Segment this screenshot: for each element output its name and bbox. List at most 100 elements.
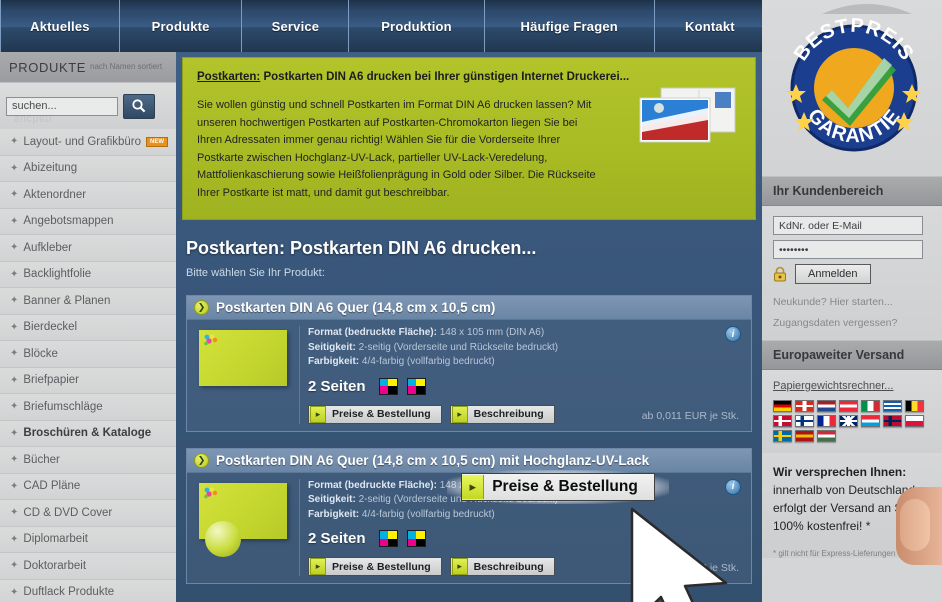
flag-spain[interactable] [795,430,814,442]
flag-belgium[interactable] [905,400,924,412]
beschreibung-button[interactable]: ▸ Beschreibung [449,404,555,424]
nav-item-service[interactable]: Service [242,0,350,52]
flag-luxembourg[interactable] [861,415,880,427]
sidebar-item[interactable]: ✦ Aktenordner [0,182,176,209]
product-thumbnail [199,482,287,557]
product-sidebar: PRODUKTE nach Namen sortiert suchen ✦ Lay… [0,52,177,602]
product-price: ab 0,011 EUR je Stk. [641,562,739,574]
right-sidebar: BESTPREIS GARANTIE Ihr Kundenbereich KdN… [762,0,942,602]
password-field[interactable] [773,240,923,259]
spec-sides: Seitigkeit: 2-seitig (Vorderseite und Rü… [308,341,751,356]
hand-photo [896,487,942,565]
sidebar-item-list: ✦ Layout- und Grafikbüro NEW ✦ Abizeitung ✦ Ak… [0,129,176,602]
top-navigation: Aktuelles Produkte Service Produktion Hä… [0,0,766,54]
intro-title-rest: Postkarten DIN A6 drucken bei Ihrer güns… [260,71,630,83]
new-customer-link[interactable]: Neukunde? Hier starten... [773,296,931,308]
spec-sides-value: 2-seitig (Vorderseite und Rückseite bedr… [355,341,559,353]
search-button[interactable] [123,93,155,119]
bullet-arrow-icon: ✦ [10,321,19,333]
nav-item-haeufige-fragen[interactable]: Häufige Fragen [485,0,655,52]
bullet-arrow-icon: ✦ [10,189,19,201]
product-thumbnail-wrap [187,326,299,424]
sidebar-item[interactable]: ✦ Abizeitung [0,155,176,182]
flag-sweden[interactable] [773,430,792,442]
sidebar-item-label: Doktorarbeit [23,559,87,572]
flag-poland[interactable] [905,415,924,427]
flag-switzerland[interactable] [795,400,814,412]
flag-germany[interactable] [773,400,792,412]
gloss-sphere [205,520,241,557]
flag-hungary[interactable] [817,430,836,442]
info-icon[interactable]: i [725,478,741,495]
info-icon[interactable]: i [725,326,741,342]
paper-weight-calculator-link[interactable]: Papiergewichtsrechner... [773,380,931,392]
sidebar-item[interactable]: ✦ Banner & Planen [0,288,176,315]
flag-unitedkingdom[interactable] [839,415,858,427]
nav-label: Produkte [151,18,210,34]
sidebar-item[interactable]: ✦ Layout- und Grafikbüro NEW [0,129,176,156]
flag-denmark[interactable] [773,415,792,427]
nav-label: Service [271,18,320,34]
sidebar-item[interactable]: ✦ Duftlack Produkte [0,579,176,602]
product-title: Postkarten DIN A6 Quer (14,8 cm x 10,5 c… [216,300,496,315]
sidebar-item-label: Bierdeckel [23,321,78,334]
product-card-header[interactable]: ❯ Postkarten DIN A6 Quer (14,8 cm x 10,5 … [187,296,751,320]
flag-finland[interactable] [795,415,814,427]
bullet-arrow-icon: ✦ [10,480,19,492]
bullet-arrow-icon: ✦ [10,215,19,227]
product-card-header[interactable]: ❯ Postkarten DIN A6 Quer (14,8 cm x 10,5 … [187,448,751,473]
login-row: Anmelden [773,264,931,284]
arrow-right-icon: ▸ [451,405,468,423]
sidebar-item-label: Duftlack Produkte [23,586,115,599]
sidebar-item[interactable]: ✦ Aufkleber [0,235,176,262]
postcard-sample-image [639,87,736,143]
sidebar-item[interactable]: ✦ Angebotsmappen [0,208,176,235]
flag-france[interactable] [817,415,836,427]
preise-bestellung-button[interactable]: ▸ Preise & Bestellung [308,404,442,424]
sidebar-item[interactable]: ✦ Doktorarbeit [0,553,176,580]
bullet-arrow-icon: ✦ [10,586,19,598]
spec-sides: Seitigkeit: 2-seitig (Vorderseite und Rü… [308,493,751,508]
sidebar-item-label: Aufkleber [23,241,72,254]
nav-item-produkte[interactable]: Produkte [120,0,243,52]
nav-item-kontakt[interactable]: Kontakt [655,0,766,52]
flag-norway[interactable] [883,415,902,427]
beschreibung-label: Beschreibung [473,408,544,420]
flag-greece[interactable] [883,400,902,412]
sidebar-item-label: Briefumschläge [23,400,103,413]
sidebar-item[interactable]: ✦ CD & DVD Cover [0,500,176,527]
nav-item-produktion[interactable]: Produktion [349,0,485,52]
cmyk-swatch-back [406,530,426,547]
sidebar-item[interactable]: ✦ Broschüren & Kataloge [0,420,176,447]
flag-italy[interactable] [861,400,880,412]
nav-item-aktuelles[interactable]: Aktuelles [0,0,120,52]
sidebar-item[interactable]: ✦ Briefpapier [0,367,176,394]
forgot-credentials-link[interactable]: Zugangsdaten vergessen? [773,317,931,329]
sidebar-item[interactable]: ✦ Briefumschläge [0,394,176,421]
customer-number-field[interactable] [773,216,923,235]
bullet-arrow-icon: ✦ [10,533,19,545]
sidebar-item-label: Banner & Planen [23,294,111,307]
sidebar-item[interactable]: ✦ Bücher [0,447,176,474]
preise-bestellung-button[interactable]: ▸ Preise & Bestellung [308,557,442,576]
pages-label: 2 Seiten [308,377,366,395]
flag-netherlands[interactable] [817,400,836,412]
new-badge: NEW [146,136,169,147]
beschreibung-button[interactable]: ▸ Beschreibung [449,557,555,576]
sidebar-item-label: CD & DVD Cover [23,506,113,519]
cmyk-swatch-front [378,377,398,395]
intro-title-link[interactable]: Postkarten: [197,71,260,83]
sidebar-item[interactable]: ✦ Diplomarbeit [0,526,176,553]
login-button[interactable]: Anmelden [795,264,871,284]
sidebar-item[interactable]: ✦ CAD Pläne [0,473,176,500]
sidebar-item[interactable]: ✦ Bierdeckel [0,314,176,341]
sidebar-item[interactable]: ✦ Backlightfolie [0,261,176,288]
product-card: ❯ Postkarten DIN A6 Quer (14,8 cm x 10,5 … [186,295,752,432]
spec-format-label: Format (bedruckte Fläche): [308,327,437,338]
product-list: ❯ Postkarten DIN A6 Quer (14,8 cm x 10,5 … [176,295,762,584]
sidebar-heading: PRODUKTE [9,59,87,75]
spec-format-label: Format (bedruckte Fläche): [308,479,437,491]
sidebar-item[interactable]: ✦ Blöcke [0,341,176,368]
flag-austria[interactable] [839,400,858,412]
spec-color-value: 4/4-farbig (vollfarbig bedruckt) [359,356,495,367]
